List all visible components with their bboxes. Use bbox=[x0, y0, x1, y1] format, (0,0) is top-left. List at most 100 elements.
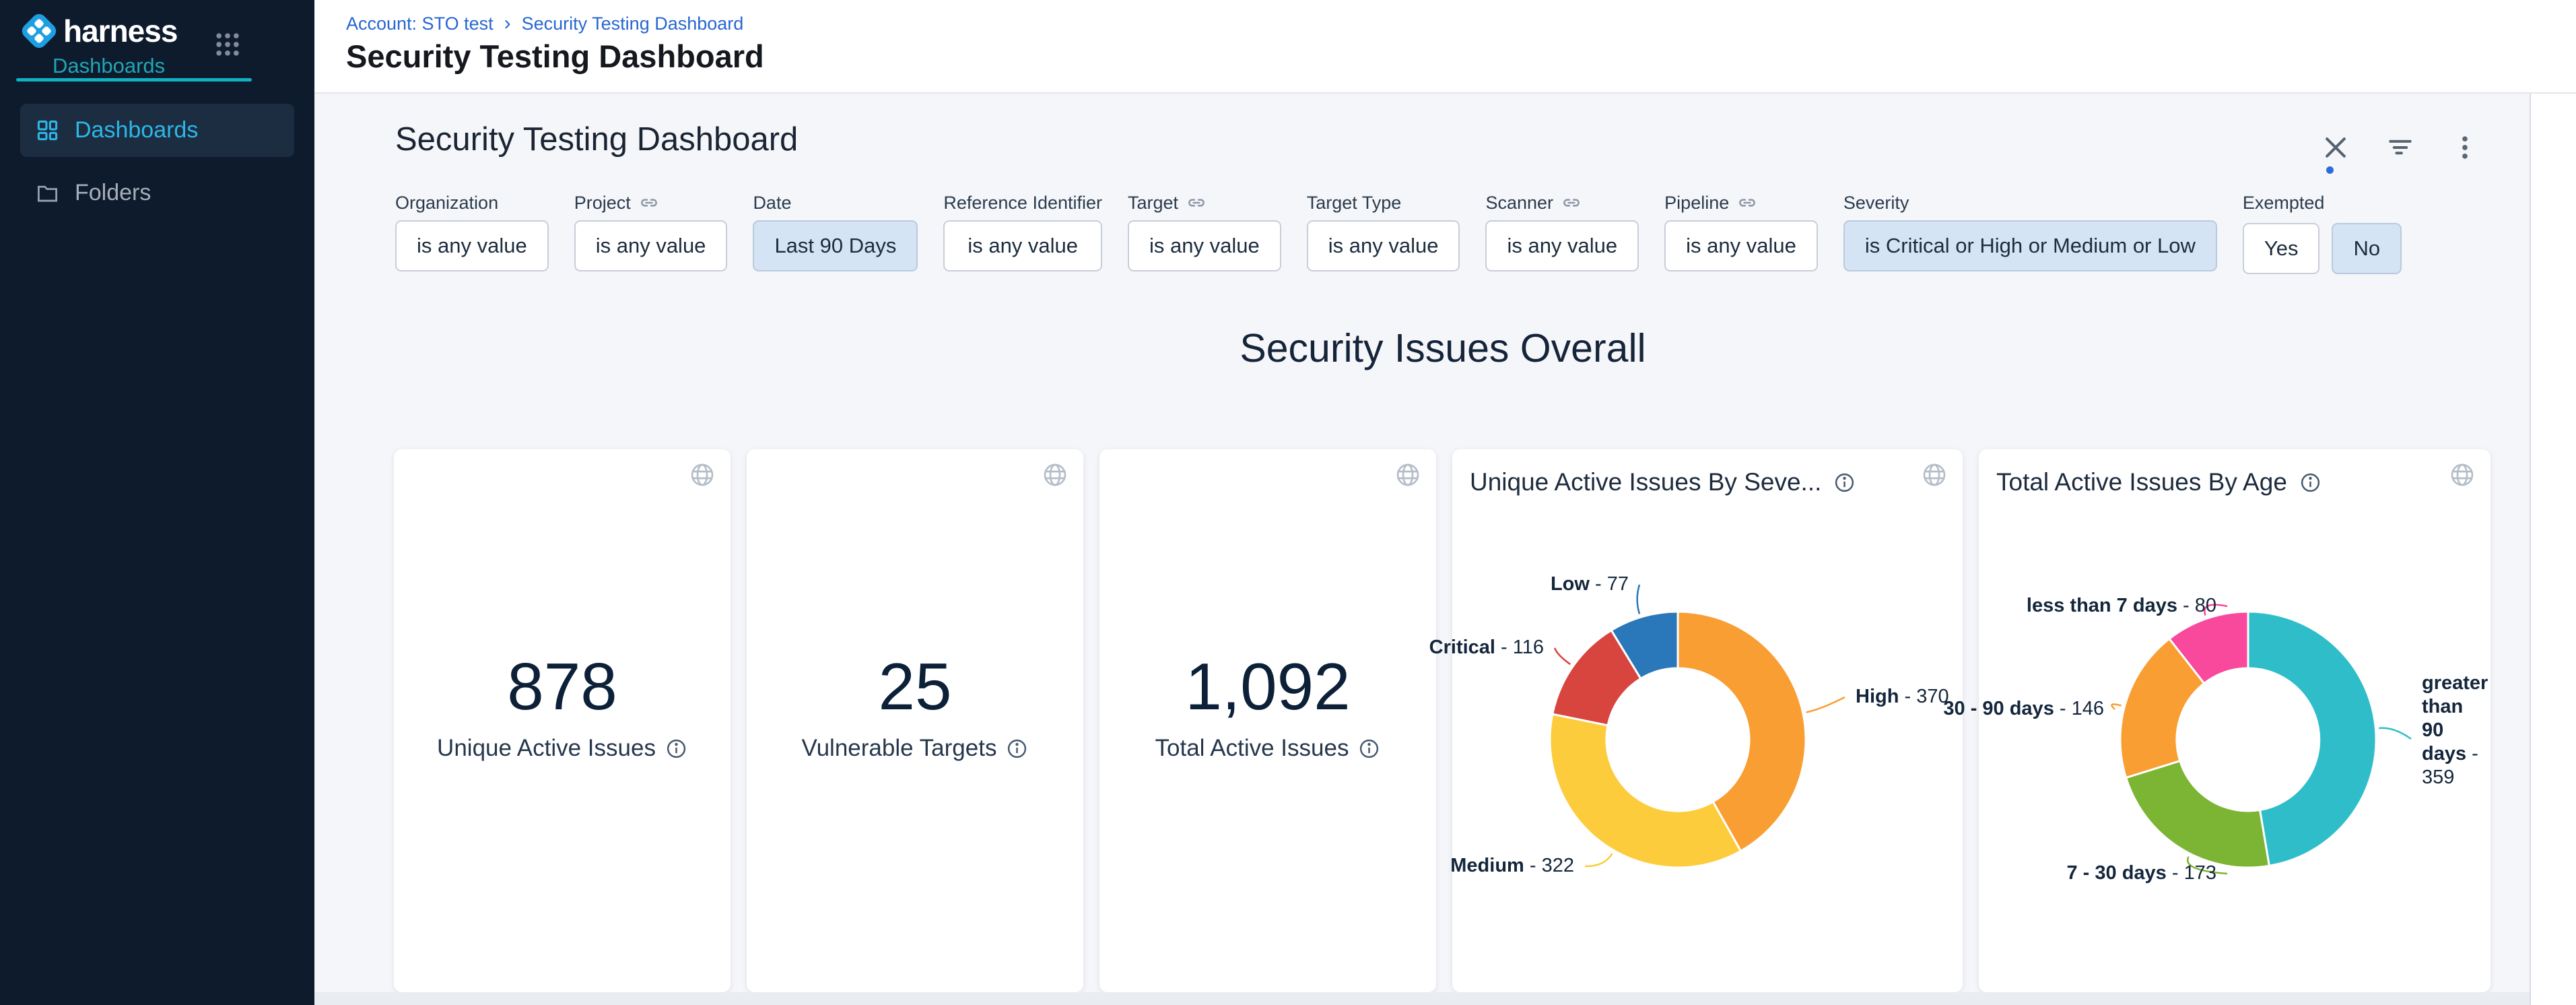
dashboard-canvas: Security Testing Dashboard Organization … bbox=[314, 94, 2530, 1005]
app-launcher-icon[interactable] bbox=[213, 30, 242, 59]
filter-value-severity[interactable]: is Critical or High or Medium or Low bbox=[1843, 220, 2217, 271]
slice-label-medium: Medium - 322 bbox=[1450, 854, 1574, 878]
globe-icon bbox=[1394, 461, 1421, 488]
donut-slice-7-30-days[interactable] bbox=[2126, 761, 2270, 868]
label-leader-line bbox=[1585, 853, 1613, 866]
donut-chart-age[interactable] bbox=[1979, 449, 2490, 921]
sidebar-item-folders[interactable]: Folders bbox=[20, 166, 294, 220]
filter-exempted: Exempted YesNo bbox=[2243, 188, 2402, 274]
filter-label: Pipeline bbox=[1664, 188, 1818, 218]
link-icon bbox=[639, 193, 659, 213]
close-icon[interactable] bbox=[2321, 133, 2350, 162]
filter-target: Target is any value bbox=[1128, 188, 1281, 271]
metric-label: Total Active Issues bbox=[1099, 735, 1436, 762]
filter-value-organization[interactable]: is any value bbox=[395, 220, 549, 271]
donut-slice-medium[interactable] bbox=[1550, 714, 1741, 868]
filter-label: Organization bbox=[395, 188, 549, 218]
metric-card-vulnerable-targets: 25 Vulnerable Targets bbox=[747, 449, 1083, 992]
breadcrumb-separator: › bbox=[504, 12, 511, 35]
filter-label: Exempted bbox=[2243, 188, 2402, 218]
kebab-menu-icon[interactable] bbox=[2450, 133, 2480, 162]
filter-value-pipeline[interactable]: is any value bbox=[1664, 220, 1818, 271]
metric-value: 25 bbox=[747, 649, 1083, 725]
donut-slice-greater-than-90-days[interactable] bbox=[2248, 612, 2376, 866]
filter-reference-identifier: Reference Identifier is any value bbox=[943, 188, 1102, 271]
metric-value: 878 bbox=[394, 649, 731, 725]
globe-icon bbox=[1042, 461, 1069, 488]
metric-value: 1,092 bbox=[1099, 649, 1436, 725]
dashboard-title: Security Testing Dashboard bbox=[395, 121, 798, 158]
filter-label: Target bbox=[1128, 188, 1281, 218]
filter-value-scanner[interactable]: is any value bbox=[1485, 220, 1639, 271]
filter-label: Target Type bbox=[1307, 188, 1460, 218]
canvas-bottom-strip bbox=[314, 992, 2530, 1005]
breadcrumb-account-link[interactable]: Account: STO test bbox=[346, 13, 494, 34]
filter-label: Project bbox=[574, 188, 728, 218]
filter-label: Scanner bbox=[1485, 188, 1639, 218]
module-underline bbox=[16, 78, 252, 82]
metric-label: Unique Active Issues bbox=[394, 735, 731, 762]
metric-label: Vulnerable Targets bbox=[747, 735, 1083, 762]
info-icon[interactable] bbox=[1006, 738, 1028, 760]
chart-card-total-active-issues-by-age: Total Active Issues By Age greater than … bbox=[1979, 449, 2490, 992]
filter-icon[interactable] bbox=[2385, 133, 2415, 162]
sidebar-item-dashboards[interactable]: Dashboards bbox=[20, 104, 294, 157]
filter-project: Project is any value bbox=[574, 188, 728, 271]
sidebar-nav: Dashboards Folders bbox=[0, 100, 314, 229]
metric-card-total-active-issues: 1,092 Total Active Issues bbox=[1099, 449, 1436, 992]
filter-value-date[interactable]: Last 90 Days bbox=[753, 220, 918, 271]
label-leader-line bbox=[1806, 697, 1845, 713]
slice-label-high: High - 370 bbox=[1856, 685, 1949, 709]
dashboards-icon bbox=[35, 118, 60, 143]
exempted-yes-button[interactable]: Yes bbox=[2243, 223, 2320, 274]
page-title: Security Testing Dashboard bbox=[346, 38, 764, 75]
dashboard-actions bbox=[2321, 133, 2480, 162]
tiles-row: 878 Unique Active Issues 25 Vulnerable T… bbox=[394, 449, 2490, 992]
brand-name: harness bbox=[63, 13, 177, 49]
label-leader-line bbox=[2379, 728, 2411, 739]
filter-value-target[interactable]: is any value bbox=[1128, 220, 1281, 271]
filter-value-reference-identifier[interactable]: is any value bbox=[943, 220, 1102, 271]
label-leader-line bbox=[1637, 585, 1639, 614]
filter-label: Date bbox=[753, 188, 918, 218]
filter-target-type: Target Type is any value bbox=[1307, 188, 1460, 271]
label-leader-line bbox=[1555, 648, 1570, 664]
metric-card-unique-active-issues: 878 Unique Active Issues bbox=[394, 449, 731, 992]
slice-label-30-90-days: 30 - 90 days - 146 bbox=[1943, 697, 2104, 721]
filter-scanner: Scanner is any value bbox=[1485, 188, 1639, 271]
filter-date: Date Last 90 Days bbox=[753, 188, 918, 271]
link-icon bbox=[1561, 193, 1582, 213]
globe-icon bbox=[689, 461, 716, 488]
slice-label-7-30-days: 7 - 30 days - 173 bbox=[2067, 862, 2217, 885]
link-icon bbox=[1186, 193, 1207, 213]
harness-logo[interactable]: harness bbox=[19, 11, 177, 51]
info-icon[interactable] bbox=[1358, 738, 1380, 760]
scrollbar-gutter[interactable] bbox=[2530, 94, 2576, 1005]
brand-module-label: Dashboards bbox=[53, 54, 165, 78]
breadcrumb: Account: STO test › Security Testing Das… bbox=[346, 12, 743, 35]
notification-dot bbox=[2326, 166, 2334, 174]
link-icon bbox=[1737, 193, 1757, 213]
info-icon[interactable] bbox=[665, 738, 687, 760]
slice-label-greater-than-90-days: greater than 90 days - 359 bbox=[2422, 672, 2486, 789]
sidebar-item-label: Folders bbox=[75, 180, 151, 206]
slice-label-low: Low - 77 bbox=[1551, 573, 1629, 596]
exempted-no-button[interactable]: No bbox=[2332, 223, 2402, 274]
sidebar: harness Dashboards Dashboards Folders bbox=[0, 0, 314, 1005]
filter-organization: Organization is any value bbox=[395, 188, 549, 271]
folder-icon bbox=[35, 181, 60, 205]
filter-label: Severity bbox=[1843, 188, 2217, 218]
filter-label: Reference Identifier bbox=[943, 188, 1102, 218]
harness-logo-icon bbox=[19, 11, 59, 51]
breadcrumb-page-link[interactable]: Security Testing Dashboard bbox=[522, 13, 744, 34]
filter-value-target-type[interactable]: is any value bbox=[1307, 220, 1460, 271]
slice-label-critical: Critical - 116 bbox=[1429, 636, 1544, 659]
top-header: Account: STO test › Security Testing Das… bbox=[314, 0, 2576, 94]
slice-label-less-than-7-days: less than 7 days - 80 bbox=[2027, 594, 2216, 618]
section-title: Security Issues Overall bbox=[395, 325, 2490, 371]
sidebar-item-label: Dashboards bbox=[75, 117, 198, 143]
filter-pipeline: Pipeline is any value bbox=[1664, 188, 1818, 271]
filter-value-project[interactable]: is any value bbox=[574, 220, 728, 271]
filter-bar: Organization is any valueProject is any … bbox=[395, 188, 2402, 274]
filter-severity: Severity is Critical or High or Medium o… bbox=[1843, 188, 2217, 271]
